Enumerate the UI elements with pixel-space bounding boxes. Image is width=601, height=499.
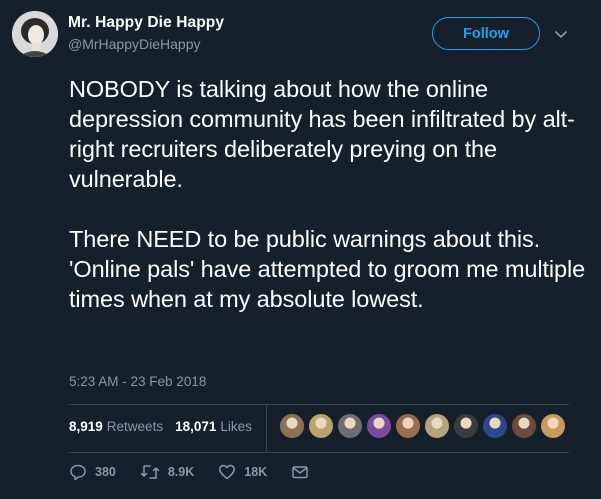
retweet-button[interactable]: 8.9K (140, 463, 194, 481)
liker-avatar[interactable] (308, 413, 334, 439)
avatar[interactable] (12, 11, 58, 57)
liker-avatars (279, 413, 569, 441)
liker-avatar[interactable] (511, 413, 537, 439)
liker-avatar[interactable] (366, 413, 392, 439)
like-button[interactable]: 18K (218, 463, 267, 481)
tweet-card: Mr. Happy Die Happy @MrHappyDieHappy Fol… (0, 0, 601, 499)
liker-avatar[interactable] (482, 413, 508, 439)
retweets-stat[interactable]: 8,919 Retweets (69, 419, 163, 434)
tweet-timestamp[interactable]: 5:23 AM - 23 Feb 2018 (69, 374, 206, 389)
likes-label: Likes (220, 419, 252, 434)
retweets-label: Retweets (106, 419, 164, 434)
follow-button[interactable]: Follow (432, 17, 540, 50)
liker-avatar[interactable] (453, 413, 479, 439)
reply-button[interactable]: 380 (69, 463, 116, 481)
caret-down-icon[interactable] (553, 26, 569, 42)
divider (69, 452, 569, 453)
liker-avatar[interactable] (279, 413, 305, 439)
reply-icon (70, 464, 86, 481)
tweet-paragraph: There NEED to be public warnings about t… (69, 226, 586, 312)
heart-icon (219, 464, 236, 480)
reply-count: 380 (95, 465, 116, 479)
liker-avatar[interactable] (424, 413, 450, 439)
tweet-text: NOBODY is talking about how the online d… (69, 74, 589, 314)
liker-avatar[interactable] (395, 413, 421, 439)
engagement-stats: 8,919 Retweets 18,071 Likes (69, 419, 264, 434)
action-bar: 380 8.9K 18K (69, 463, 341, 481)
tweet-paragraph: NOBODY is talking about how the online d… (69, 76, 575, 192)
liker-avatar[interactable] (540, 413, 566, 439)
liker-avatar[interactable] (337, 413, 363, 439)
message-icon (292, 466, 308, 479)
display-name[interactable]: Mr. Happy Die Happy (68, 14, 224, 32)
like-count: 18K (244, 465, 268, 479)
divider (69, 404, 569, 405)
likes-count: 18,071 (175, 419, 217, 434)
retweets-count: 8,919 (69, 419, 103, 434)
divider (266, 405, 267, 452)
retweet-icon (140, 465, 160, 479)
direct-message-button[interactable] (291, 463, 317, 481)
likes-stat[interactable]: 18,071 Likes (175, 419, 252, 434)
user-handle[interactable]: @MrHappyDieHappy (68, 36, 200, 52)
retweet-count: 8.9K (167, 465, 195, 479)
